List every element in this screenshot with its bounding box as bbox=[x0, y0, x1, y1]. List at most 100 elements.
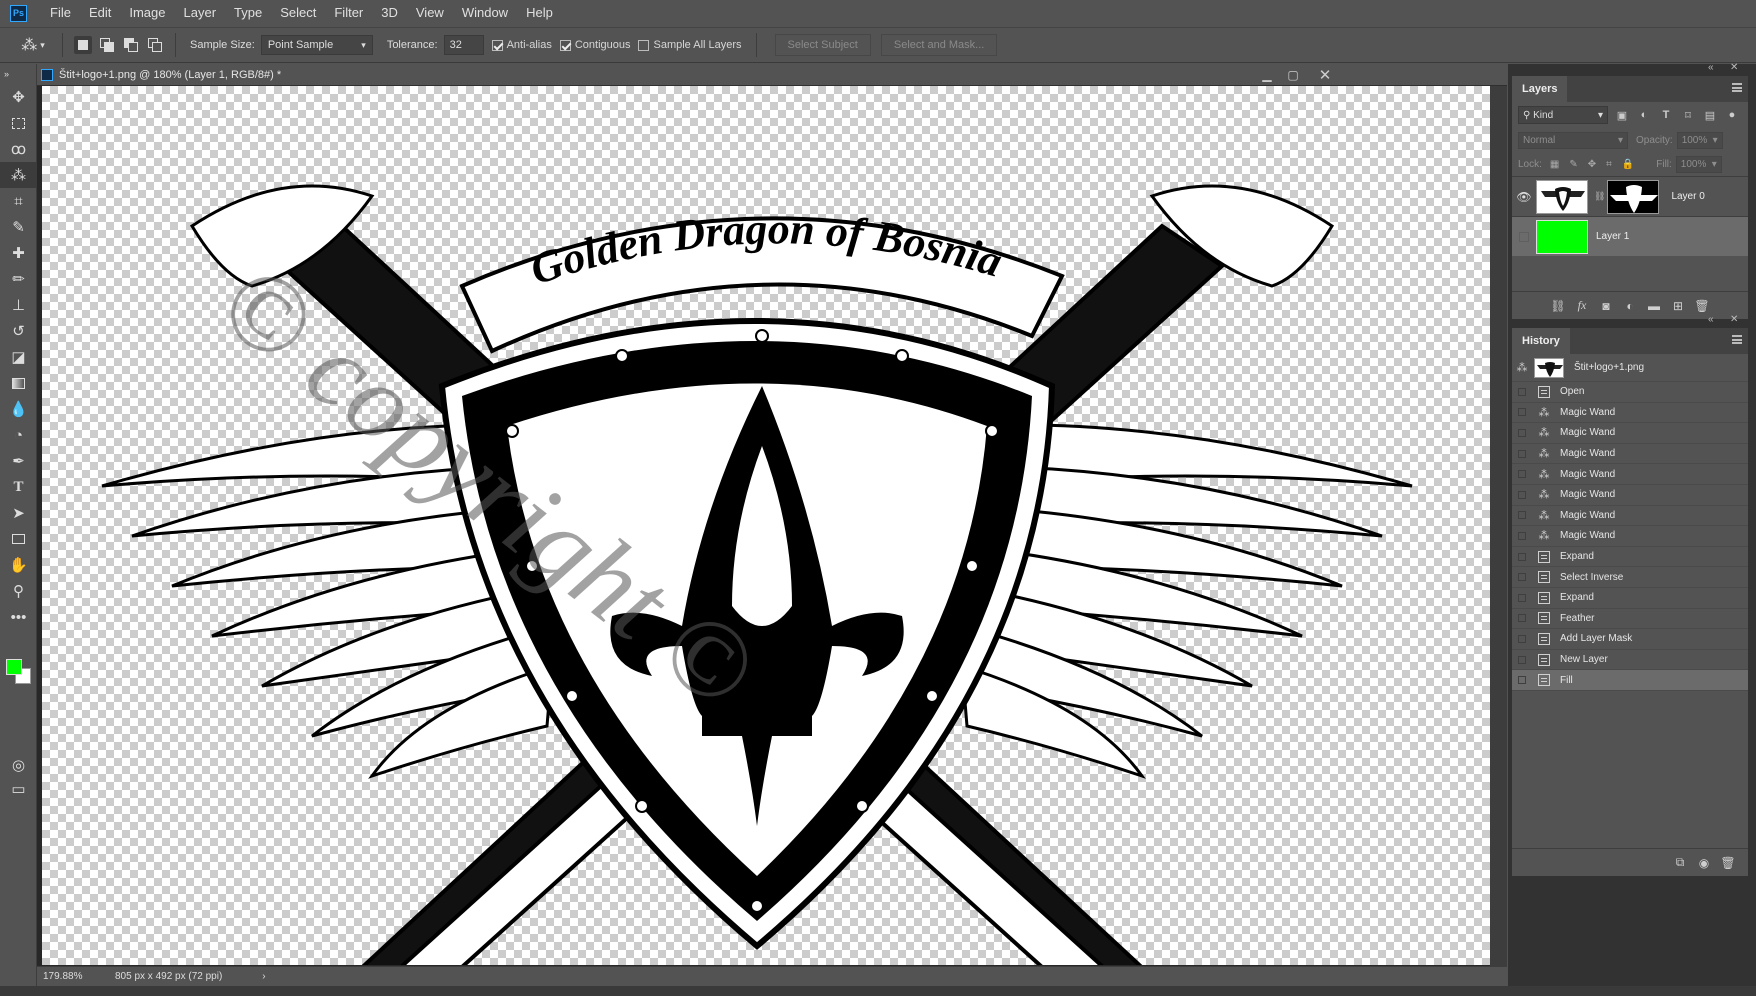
document-canvas[interactable]: Golden Dragon of Bosnia © copyright © bbox=[42, 86, 1490, 965]
intersect-selection-button[interactable] bbox=[146, 36, 164, 54]
tolerance-input[interactable]: 32 bbox=[443, 35, 484, 55]
history-item[interactable]: ⁂ Magic Wand bbox=[1512, 444, 1748, 465]
dodge-icon[interactable]: ◔ bbox=[0, 422, 37, 448]
history-item[interactable]: Add Layer Mask bbox=[1512, 629, 1748, 650]
screen-mode-icon[interactable]: ▭ bbox=[0, 776, 37, 802]
menu-type[interactable]: Type bbox=[225, 0, 271, 26]
menu-window[interactable]: Window bbox=[453, 0, 517, 26]
link-layers-icon[interactable]: ⛓ bbox=[1546, 299, 1570, 313]
eyedropper-icon[interactable]: ✎ bbox=[0, 214, 37, 240]
history-item[interactable]: Expand bbox=[1512, 588, 1748, 609]
menu-select[interactable]: Select bbox=[271, 0, 325, 26]
history-item[interactable]: ⁂ Magic Wand bbox=[1512, 485, 1748, 506]
layer-1-name[interactable]: Layer 1 bbox=[1596, 231, 1629, 242]
history-item[interactable]: ⁂ Magic Wand bbox=[1512, 464, 1748, 485]
menu-help[interactable]: Help bbox=[517, 0, 562, 26]
history-brush-icon[interactable]: ↺ bbox=[0, 318, 37, 344]
fx-icon[interactable]: fx bbox=[1570, 298, 1594, 313]
layer-0-mask-thumbnail[interactable] bbox=[1607, 179, 1660, 214]
collapse-panels-icon[interactable]: « bbox=[1708, 314, 1714, 328]
menu-view[interactable]: View bbox=[407, 0, 453, 26]
hand-icon[interactable]: ✋ bbox=[0, 552, 37, 578]
foreground-color-swatch[interactable] bbox=[6, 659, 22, 675]
history-panel-menu-icon[interactable] bbox=[1732, 335, 1742, 344]
history-item[interactable]: ⁂ Magic Wand bbox=[1512, 526, 1748, 547]
healing-brush-icon[interactable]: ✚ bbox=[0, 240, 37, 266]
history-source-checkbox[interactable] bbox=[1512, 526, 1532, 546]
pixel-filter-icon[interactable]: ▣ bbox=[1614, 107, 1630, 123]
rectangle-icon[interactable] bbox=[0, 526, 37, 552]
history-item[interactable]: New Layer bbox=[1512, 650, 1748, 671]
history-source-checkbox[interactable] bbox=[1512, 402, 1532, 422]
move-icon[interactable]: ✥ bbox=[0, 84, 37, 110]
magic-wand-icon[interactable]: ⁂ bbox=[0, 162, 37, 188]
sample-size-select[interactable]: Point Sample ▾ bbox=[260, 35, 373, 55]
history-item-current[interactable]: Fill bbox=[1512, 670, 1748, 691]
history-source-checkbox[interactable] bbox=[1512, 444, 1532, 464]
tab-history[interactable]: History bbox=[1512, 328, 1570, 354]
lock-artboard-icon[interactable]: ⌗ bbox=[1606, 159, 1612, 170]
history-source-checkbox[interactable] bbox=[1512, 423, 1532, 443]
document-tab[interactable]: Štit+logo+1.png @ 180% (Layer 1, RGB/8#)… bbox=[37, 64, 1507, 86]
layer-0-name[interactable]: Layer 0 bbox=[1671, 191, 1704, 202]
menu-layer[interactable]: Layer bbox=[175, 0, 226, 26]
layer-row-0[interactable]: 👁 ⛓ Layer 0 bbox=[1512, 176, 1748, 216]
more-tools-icon[interactable]: ••• bbox=[0, 604, 37, 630]
eraser-icon[interactable]: ◪ bbox=[0, 344, 37, 370]
history-item[interactable]: ⁂ Magic Wand bbox=[1512, 403, 1748, 424]
history-item[interactable]: ⁂ Magic Wand bbox=[1512, 506, 1748, 527]
history-source-checkbox[interactable] bbox=[1512, 629, 1532, 649]
history-source-checkbox[interactable] bbox=[1512, 588, 1532, 608]
brush-icon[interactable]: ✏ bbox=[0, 266, 37, 292]
history-source-checkbox[interactable] bbox=[1512, 567, 1532, 587]
type-filter-icon[interactable]: T bbox=[1658, 107, 1674, 123]
menu-3d[interactable]: 3D bbox=[372, 0, 407, 26]
history-source-checkbox[interactable] bbox=[1512, 670, 1532, 690]
menu-file[interactable]: File bbox=[41, 0, 80, 26]
history-item[interactable]: Select Inverse bbox=[1512, 567, 1748, 588]
anti-alias-checkbox[interactable] bbox=[491, 39, 503, 51]
maximize-icon[interactable]: ▢ bbox=[1281, 64, 1305, 86]
lock-all-icon[interactable]: 🔒 bbox=[1622, 159, 1634, 170]
menu-filter[interactable]: Filter bbox=[325, 0, 372, 26]
crop-icon[interactable]: ⌗ bbox=[0, 188, 37, 214]
lock-pixels-icon[interactable]: ✎ bbox=[1569, 159, 1577, 170]
history-brush-source-icon[interactable]: ⁂ bbox=[1512, 358, 1532, 378]
history-source-checkbox[interactable] bbox=[1512, 485, 1532, 505]
type-icon[interactable]: T bbox=[0, 474, 37, 500]
layer-kind-select[interactable]: ⚲ Kind ▾ bbox=[1518, 106, 1608, 124]
blur-icon[interactable]: 💧 bbox=[0, 396, 37, 422]
fill-input[interactable]: 100% ▾ bbox=[1675, 155, 1722, 173]
close-panel-icon[interactable]: ✕ bbox=[1730, 62, 1738, 76]
vertical-scrollbar[interactable] bbox=[1490, 86, 1507, 966]
shape-filter-icon[interactable]: ⌑ bbox=[1680, 107, 1696, 123]
lasso-icon[interactable]: ꝏ bbox=[0, 136, 37, 162]
history-source-checkbox[interactable] bbox=[1512, 382, 1532, 402]
close-panel-icon[interactable]: ✕ bbox=[1730, 314, 1738, 328]
layer-row-1[interactable]: Layer 1 bbox=[1512, 216, 1748, 256]
adjustment-filter-icon[interactable]: ◐ bbox=[1636, 107, 1652, 123]
zoom-level[interactable]: 179.88% bbox=[43, 971, 109, 982]
history-item[interactable]: ⁂ Magic Wand bbox=[1512, 423, 1748, 444]
select-and-mask-button[interactable]: Select and Mask... bbox=[880, 34, 998, 56]
history-item[interactable]: Expand bbox=[1512, 547, 1748, 568]
smart-object-filter-icon[interactable]: ▤ bbox=[1702, 107, 1718, 123]
quick-mask-icon[interactable]: ◎ bbox=[0, 752, 37, 778]
history-item[interactable]: Open bbox=[1512, 382, 1748, 403]
lock-transparent-icon[interactable]: ▦ bbox=[1550, 159, 1559, 170]
add-mask-icon[interactable]: ◙ bbox=[1594, 299, 1618, 313]
tab-layers[interactable]: Layers bbox=[1512, 76, 1568, 102]
collapse-panels-icon[interactable]: « bbox=[1708, 62, 1714, 76]
tool-preset-picker[interactable]: ⁂ ▾ bbox=[12, 31, 54, 59]
new-document-from-state-icon[interactable]: ⧉ bbox=[1668, 855, 1692, 870]
menu-image[interactable]: Image bbox=[120, 0, 174, 26]
delete-state-icon[interactable]: 🗑 bbox=[1716, 856, 1740, 870]
minimize-icon[interactable]: ▁ bbox=[1255, 64, 1279, 86]
delete-layer-icon[interactable]: 🗑 bbox=[1690, 299, 1714, 313]
lock-position-icon[interactable]: ✥ bbox=[1588, 159, 1596, 170]
history-source-checkbox[interactable] bbox=[1512, 505, 1532, 525]
collapse-toolbar-icon[interactable]: » bbox=[0, 64, 37, 84]
select-subject-button[interactable]: Select Subject bbox=[774, 34, 871, 56]
chain-link-icon[interactable]: ⛓ bbox=[1594, 191, 1605, 202]
visibility-toggle[interactable] bbox=[1512, 231, 1536, 242]
